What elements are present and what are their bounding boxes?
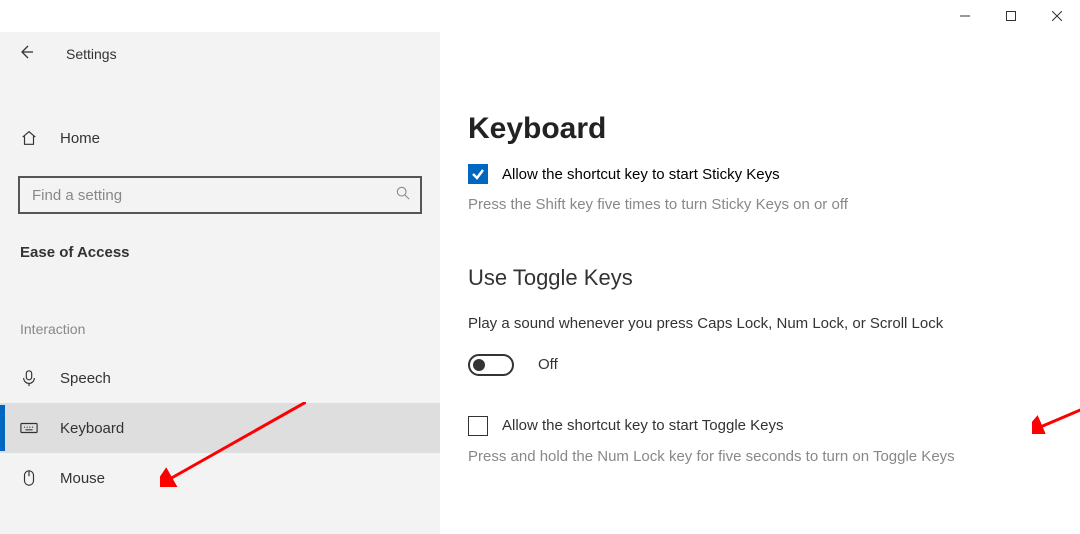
maximize-button[interactable]	[988, 0, 1034, 32]
sidebar-item-label: Keyboard	[60, 420, 124, 437]
home-icon	[20, 129, 60, 147]
close-button[interactable]	[1034, 0, 1080, 32]
settings-title: Settings	[66, 46, 117, 62]
sidebar-item-speech[interactable]: Speech	[0, 353, 440, 403]
toggle-keys-switch[interactable]	[468, 354, 514, 376]
sidebar-item-label: Speech	[60, 370, 111, 387]
toggle-keys-shortcut-label: Allow the shortcut key to start Toggle K…	[502, 417, 784, 434]
sidebar-item-keyboard[interactable]: Keyboard	[0, 403, 440, 453]
keyboard-icon	[20, 419, 60, 437]
page-title: Keyboard	[468, 112, 1052, 146]
sidebar-item-label: Mouse	[60, 470, 105, 487]
sticky-keys-shortcut-label: Allow the shortcut key to start Sticky K…	[502, 166, 780, 183]
toggle-keys-shortcut-checkbox[interactable]	[468, 416, 488, 436]
back-button[interactable]	[18, 44, 36, 65]
minimize-button[interactable]	[942, 0, 988, 32]
mic-icon	[20, 369, 60, 387]
mouse-icon	[20, 469, 60, 487]
home-label: Home	[60, 130, 100, 147]
search-icon	[396, 186, 410, 205]
window-controls	[0, 0, 1080, 32]
sidebar-item-mouse[interactable]: Mouse	[0, 453, 440, 503]
search-box[interactable]	[18, 176, 422, 214]
sticky-keys-shortcut-checkbox[interactable]	[468, 164, 488, 184]
content: Keyboard Allow the shortcut key to start…	[440, 32, 1080, 534]
sticky-keys-desc: Press the Shift key five times to turn S…	[468, 194, 1052, 215]
group-label: Interaction	[0, 321, 440, 337]
search-input[interactable]	[32, 187, 396, 204]
toggle-keys-desc: Play a sound whenever you press Caps Loc…	[468, 313, 1028, 336]
toggle-keys-heading: Use Toggle Keys	[468, 265, 1052, 291]
home-nav[interactable]: Home	[0, 118, 440, 158]
category-heading: Ease of Access	[0, 244, 440, 261]
toggle-keys-shortcut-desc: Press and hold the Num Lock key for five…	[468, 446, 1052, 467]
toggle-keys-state: Off	[538, 356, 558, 373]
sidebar: Settings Home Ease of Access Interaction…	[0, 32, 440, 534]
